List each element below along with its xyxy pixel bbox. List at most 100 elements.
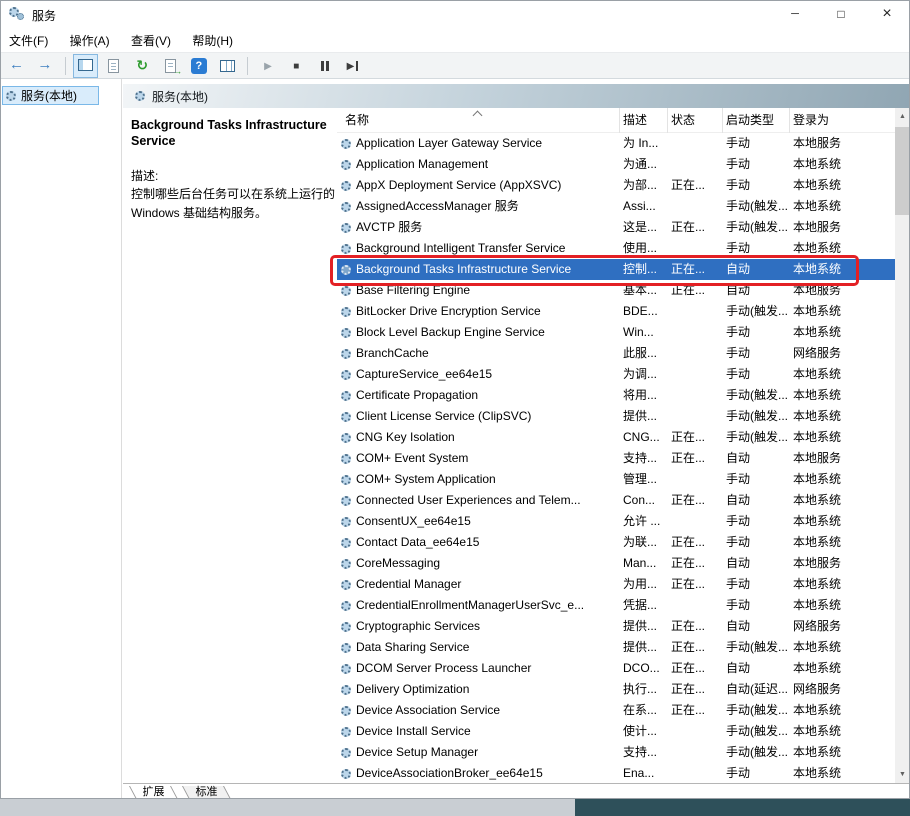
column-header-logon-as[interactable]: 登录为 xyxy=(790,108,895,133)
export-list-button[interactable] xyxy=(101,54,126,78)
table-row[interactable]: DCOM Server Process LauncherDCO...正在...自… xyxy=(337,658,895,679)
service-status: 正在... xyxy=(668,658,723,679)
table-row[interactable]: CNG Key IsolationCNG...正在...手动(触发...本地系统 xyxy=(337,427,895,448)
table-row[interactable]: Background Intelligent Transfer Service使… xyxy=(337,238,895,259)
service-status xyxy=(668,238,723,259)
menu-action[interactable]: 操作(A) xyxy=(61,28,119,52)
scroll-up-icon[interactable]: ▲ xyxy=(895,108,910,125)
vertical-scrollbar[interactable]: ▲ ▼ xyxy=(895,108,910,783)
table-row[interactable]: Credential Manager为用...正在...手动本地系统 xyxy=(337,574,895,595)
service-gear-icon xyxy=(341,265,351,275)
table-row[interactable]: Contact Data_ee64e15为联...正在...手动本地系统 xyxy=(337,532,895,553)
table-row[interactable]: Background Tasks Infrastructure Service控… xyxy=(337,259,895,280)
service-logon-as: 本地系统 xyxy=(790,301,895,322)
table-row[interactable]: Data Sharing Service提供...正在...手动(触发...本地… xyxy=(337,637,895,658)
pane-header-label: 服务(本地) xyxy=(152,88,208,105)
table-row[interactable]: BitLocker Drive Encryption ServiceBDE...… xyxy=(337,301,895,322)
tab-label: 标准 xyxy=(196,786,218,799)
table-row[interactable]: AssignedAccessManager 服务Assi...手动(触发...本… xyxy=(337,196,895,217)
service-description: 提供... xyxy=(620,406,668,427)
service-name-cell: Contact Data_ee64e15 xyxy=(337,532,620,553)
service-logon-as: 网络服务 xyxy=(790,679,895,700)
table-row[interactable]: Client License Service (ClipSVC)提供...手动(… xyxy=(337,406,895,427)
scrollbar-thumb[interactable] xyxy=(895,127,910,215)
menu-file[interactable]: 文件(F) xyxy=(0,28,57,52)
back-button[interactable]: ← xyxy=(4,54,29,78)
table-row[interactable]: CoreMessagingMan...正在...自动本地服务 xyxy=(337,553,895,574)
tab-standard[interactable]: 标准 xyxy=(182,786,231,800)
service-name-cell: Device Association Service xyxy=(337,700,620,721)
menu-view[interactable]: 查看(V) xyxy=(122,28,180,52)
service-name: COM+ System Application xyxy=(356,469,496,490)
service-name: DCOM Server Process Launcher xyxy=(356,658,531,679)
service-description: 执行... xyxy=(620,679,668,700)
table-row[interactable]: COM+ System Application管理...手动本地系统 xyxy=(337,469,895,490)
table-row[interactable]: COM+ Event System支持...正在...自动本地服务 xyxy=(337,448,895,469)
table-row[interactable]: AVCTP 服务这是...正在...手动(触发...本地服务 xyxy=(337,217,895,238)
help-button[interactable]: ? xyxy=(186,54,211,78)
services-node-icon xyxy=(6,91,16,101)
table-row[interactable]: CaptureService_ee64e15为调...手动本地系统 xyxy=(337,364,895,385)
table-row[interactable]: Device Setup Manager支持...手动(触发...本地系统 xyxy=(337,742,895,763)
service-startup-type: 手动 xyxy=(723,175,790,196)
service-description: 将用... xyxy=(620,385,668,406)
pause-service-button[interactable] xyxy=(312,54,337,78)
view-columns-button[interactable] xyxy=(215,54,240,78)
services-app-icon xyxy=(9,7,25,21)
service-name-cell: BranchCache xyxy=(337,343,620,364)
scroll-down-icon[interactable]: ▼ xyxy=(895,766,910,783)
restart-service-button[interactable]: ▶ xyxy=(340,54,365,78)
table-row[interactable]: ConsentUX_ee64e15允许 ...手动本地系统 xyxy=(337,511,895,532)
columns-view-icon xyxy=(220,60,235,72)
refresh-button[interactable]: ↻ xyxy=(130,54,155,78)
column-header-status[interactable]: 状态 xyxy=(668,108,723,133)
column-header-name[interactable]: 名称 xyxy=(337,108,620,133)
table-row[interactable]: DeviceAssociationBroker_ee64e15Ena...手动本… xyxy=(337,763,895,783)
table-row[interactable]: Device Association Service在系...正在...手动(触… xyxy=(337,700,895,721)
close-button[interactable]: × xyxy=(864,0,910,28)
table-header: 名称 描述 状态 启动类型 登录为 xyxy=(337,108,895,133)
tab-extended[interactable]: 扩展 xyxy=(129,786,178,800)
column-header-startup-type[interactable]: 启动类型 xyxy=(723,108,790,133)
column-header-description[interactable]: 描述 xyxy=(620,108,668,133)
table-row[interactable]: Block Level Backup Engine ServiceWin...手… xyxy=(337,322,895,343)
table-row[interactable]: Cryptographic Services提供...正在...自动网络服务 xyxy=(337,616,895,637)
menu-help[interactable]: 帮助(H) xyxy=(183,28,242,52)
service-gear-icon xyxy=(341,244,351,254)
show-console-tree-button[interactable] xyxy=(73,54,98,78)
column-header-label: 状态 xyxy=(671,113,695,127)
service-description: 基本... xyxy=(620,280,668,301)
service-startup-type: 手动 xyxy=(723,364,790,385)
table-row[interactable]: Connected User Experiences and Telem... C… xyxy=(337,490,895,511)
tree-item-services-local[interactable]: 服务(本地) xyxy=(2,86,99,105)
maximize-button[interactable]: □ xyxy=(818,0,864,28)
table-row[interactable]: BranchCache此服...手动网络服务 xyxy=(337,343,895,364)
start-service-button[interactable]: ▶ xyxy=(255,54,280,78)
export-button[interactable]: → xyxy=(158,54,183,78)
service-gear-icon xyxy=(341,328,351,338)
service-name: ConsentUX_ee64e15 xyxy=(356,511,471,532)
table-row[interactable]: Device Install Service使计...手动(触发...本地系统 xyxy=(337,721,895,742)
table-row[interactable]: Application Layer Gateway Service为 In...… xyxy=(337,133,895,154)
service-startup-type: 手动(触发... xyxy=(723,742,790,763)
service-name: Connected User Experiences and Telem... xyxy=(356,490,581,511)
service-name-cell: Block Level Backup Engine Service xyxy=(337,322,620,343)
service-name: Background Intelligent Transfer Service xyxy=(356,238,565,259)
service-logon-as: 本地系统 xyxy=(790,154,895,175)
service-name: Device Setup Manager xyxy=(356,742,478,763)
restart-bar-icon xyxy=(356,61,358,71)
service-name: Background Tasks Infrastructure Service xyxy=(356,259,571,280)
forward-button[interactable]: → xyxy=(32,54,57,78)
stop-service-button[interactable]: ■ xyxy=(284,54,309,78)
table-row[interactable]: CredentialEnrollmentManagerUserSvc_e...凭… xyxy=(337,595,895,616)
service-description: Ena... xyxy=(620,763,668,783)
minimize-button[interactable]: ─ xyxy=(772,0,818,28)
table-row[interactable]: Base Filtering Engine基本...正在...自动本地服务 xyxy=(337,280,895,301)
table-row[interactable]: Application Management为通...手动本地系统 xyxy=(337,154,895,175)
table-row[interactable]: AppX Deployment Service (AppXSVC)为部...正在… xyxy=(337,175,895,196)
service-description: 凭据... xyxy=(620,595,668,616)
menu-bar: 文件(F) 操作(A) 查看(V) 帮助(H) xyxy=(0,28,910,52)
table-row[interactable]: Certificate Propagation将用...手动(触发...本地系统 xyxy=(337,385,895,406)
table-row[interactable]: Delivery Optimization执行...正在...自动(延迟...网… xyxy=(337,679,895,700)
service-description: Con... xyxy=(620,490,668,511)
